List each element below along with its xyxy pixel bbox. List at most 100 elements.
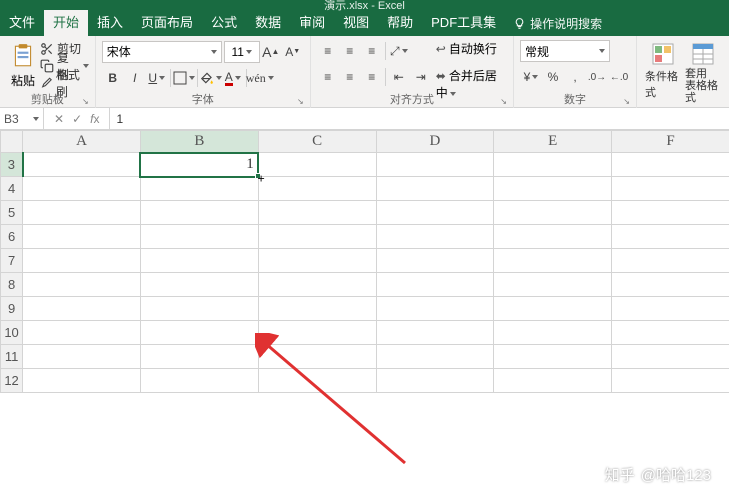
cell[interactable] xyxy=(258,153,376,177)
cell[interactable] xyxy=(258,369,376,393)
grid-table[interactable]: ABCDEF31+456789101112 xyxy=(0,130,729,393)
cell[interactable] xyxy=(140,345,258,369)
cell[interactable] xyxy=(140,321,258,345)
cell[interactable] xyxy=(140,177,258,201)
cell[interactable] xyxy=(612,345,729,369)
cell[interactable] xyxy=(612,297,729,321)
cell[interactable] xyxy=(23,345,141,369)
format-as-table-button[interactable]: 套用 表格格式 xyxy=(683,40,723,104)
row-header[interactable]: 3 xyxy=(1,153,23,177)
cell[interactable] xyxy=(612,369,729,393)
column-header[interactable]: B xyxy=(140,131,258,153)
align-left-button[interactable]: ≡ xyxy=(317,66,339,88)
cell[interactable] xyxy=(23,297,141,321)
cell[interactable] xyxy=(376,153,494,177)
border-button[interactable] xyxy=(173,67,195,89)
cell[interactable] xyxy=(23,201,141,225)
cell[interactable] xyxy=(376,201,494,225)
increase-decimal-button[interactable]: .0→ xyxy=(586,66,608,88)
cell[interactable]: 1+ xyxy=(140,153,258,177)
paste-button[interactable]: 粘贴 xyxy=(6,40,40,89)
tab-page-layout[interactable]: 页面布局 xyxy=(132,10,202,36)
tab-review[interactable]: 审阅 xyxy=(290,10,334,36)
column-header[interactable]: A xyxy=(23,131,141,153)
decrease-decimal-button[interactable]: ←.0 xyxy=(608,66,630,88)
select-all-corner[interactable] xyxy=(1,131,23,153)
column-header[interactable]: C xyxy=(258,131,376,153)
cell[interactable] xyxy=(494,321,612,345)
align-right-button[interactable]: ≡ xyxy=(361,66,383,88)
cell[interactable] xyxy=(23,273,141,297)
decrease-indent-button[interactable]: ⇤ xyxy=(388,66,410,88)
cell[interactable] xyxy=(23,225,141,249)
cell[interactable] xyxy=(376,297,494,321)
tab-home[interactable]: 开始 xyxy=(44,10,88,36)
cell[interactable] xyxy=(258,177,376,201)
align-center-button[interactable]: ≡ xyxy=(339,66,361,88)
cell[interactable] xyxy=(140,249,258,273)
row-header[interactable]: 6 xyxy=(1,225,23,249)
increase-indent-button[interactable]: ⇥ xyxy=(410,66,432,88)
cell[interactable] xyxy=(612,249,729,273)
cell[interactable] xyxy=(494,249,612,273)
cell[interactable] xyxy=(23,249,141,273)
increase-font-button[interactable]: A▲ xyxy=(260,41,282,63)
comma-button[interactable]: , xyxy=(564,66,586,88)
tab-help[interactable]: 帮助 xyxy=(378,10,422,36)
align-bottom-button[interactable]: ≡ xyxy=(361,40,383,62)
column-header[interactable]: D xyxy=(376,131,494,153)
row-header[interactable]: 12 xyxy=(1,369,23,393)
cell[interactable] xyxy=(494,153,612,177)
conditional-formatting-button[interactable]: 条件格式 xyxy=(643,40,683,100)
cell[interactable] xyxy=(494,369,612,393)
cell[interactable] xyxy=(376,369,494,393)
cell[interactable] xyxy=(376,321,494,345)
number-launcher-icon[interactable]: ↘ xyxy=(623,97,630,106)
italic-button[interactable]: I xyxy=(124,67,146,89)
formula-input[interactable]: 1 xyxy=(110,108,729,129)
cell[interactable] xyxy=(494,201,612,225)
number-format-dropdown[interactable]: 常规 xyxy=(520,40,610,62)
cell[interactable] xyxy=(23,153,141,177)
fx-button[interactable]: fx xyxy=(90,112,99,126)
cell[interactable] xyxy=(612,225,729,249)
underline-button[interactable]: U xyxy=(146,67,168,89)
cell[interactable] xyxy=(23,369,141,393)
row-header[interactable]: 8 xyxy=(1,273,23,297)
cell[interactable] xyxy=(494,297,612,321)
tab-pdf[interactable]: PDF工具集 xyxy=(422,10,505,36)
cell[interactable] xyxy=(258,225,376,249)
cell[interactable] xyxy=(376,273,494,297)
row-header[interactable]: 4 xyxy=(1,177,23,201)
row-header[interactable]: 5 xyxy=(1,201,23,225)
row-header[interactable]: 10 xyxy=(1,321,23,345)
tab-view[interactable]: 视图 xyxy=(334,10,378,36)
font-launcher-icon[interactable]: ↘ xyxy=(297,97,304,106)
wrap-text-button[interactable]: ↩自动换行 xyxy=(436,40,507,63)
decrease-font-button[interactable]: A▼ xyxy=(282,41,304,63)
cell[interactable] xyxy=(258,297,376,321)
cell[interactable] xyxy=(612,321,729,345)
merge-center-button[interactable]: ⬌合并后居中 xyxy=(436,67,507,89)
cell[interactable] xyxy=(258,249,376,273)
column-header[interactable]: F xyxy=(612,131,729,153)
cancel-formula-button[interactable]: ✕ xyxy=(54,112,64,126)
cell[interactable] xyxy=(23,177,141,201)
cell[interactable] xyxy=(140,369,258,393)
ribbon-search[interactable]: 操作说明搜索 xyxy=(513,15,602,32)
fill-color-button[interactable] xyxy=(200,67,222,89)
cell[interactable] xyxy=(494,345,612,369)
cell[interactable] xyxy=(23,321,141,345)
alignment-launcher-icon[interactable]: ↘ xyxy=(500,97,507,106)
font-color-button[interactable]: A xyxy=(222,67,244,89)
tab-file[interactable]: 文件 xyxy=(0,10,44,36)
cell[interactable] xyxy=(494,225,612,249)
cell[interactable] xyxy=(140,273,258,297)
tab-formula[interactable]: 公式 xyxy=(202,10,246,36)
font-size-dropdown[interactable]: 11 xyxy=(224,41,260,63)
cell[interactable] xyxy=(494,177,612,201)
cell[interactable] xyxy=(376,345,494,369)
tab-data[interactable]: 数据 xyxy=(246,10,290,36)
column-header[interactable]: E xyxy=(494,131,612,153)
cell[interactable] xyxy=(612,201,729,225)
